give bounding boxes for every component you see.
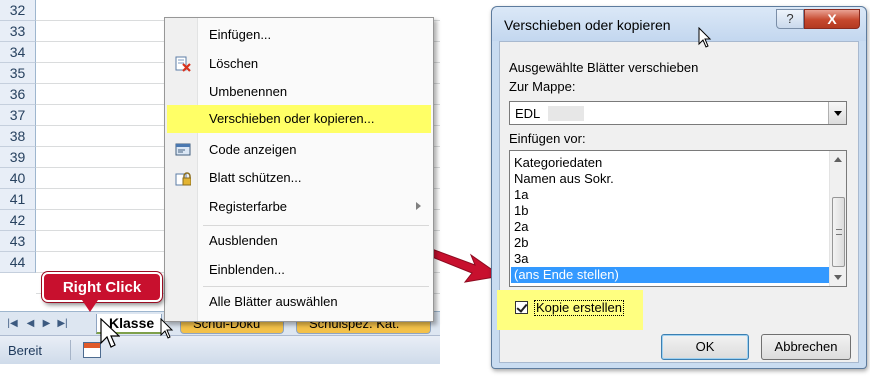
sheet-context-menu: Einfügen... Löschen Umbenennen Verschieb… xyxy=(164,17,434,322)
grip-icon xyxy=(836,229,842,235)
close-button[interactable]: X xyxy=(804,9,860,29)
status-divider xyxy=(70,340,71,360)
move-label: Ausgewählte Blätter verschieben xyxy=(509,60,699,75)
menu-separator xyxy=(203,225,429,226)
list-scrollbar[interactable] xyxy=(829,151,846,286)
menu-item-label: Ausblenden xyxy=(209,233,278,248)
menu-item-label: Verschieben oder kopieren... xyxy=(209,111,375,126)
scroll-up-icon[interactable] xyxy=(834,157,842,162)
menu-item-label: Umbenennen xyxy=(209,84,288,99)
menu-item-delete[interactable]: Löschen xyxy=(167,50,431,78)
status-text: Bereit xyxy=(8,343,42,358)
menu-item-label: Einblenden... xyxy=(209,262,285,277)
copy-checkbox-label[interactable]: Kopie erstellen xyxy=(534,300,624,316)
list-item[interactable]: 2a xyxy=(511,219,829,235)
chevron-down-icon[interactable] xyxy=(828,102,846,124)
menu-item-label: Code anzeigen xyxy=(209,142,297,157)
row-header[interactable]: 34 xyxy=(0,42,36,63)
menu-item-hide[interactable]: Ausblenden xyxy=(167,227,431,255)
blurred-workbook-name xyxy=(548,106,584,121)
menu-item-label: Alle Blätter auswählen xyxy=(209,294,338,309)
menu-item-label: Löschen xyxy=(209,56,259,71)
help-button[interactable]: ? xyxy=(776,9,804,29)
insert-before-label: Einfügen vor: xyxy=(509,131,586,146)
delete-sheet-icon xyxy=(175,56,191,72)
workbook-label: Zur Mappe: xyxy=(509,79,576,94)
row-header[interactable]: 40 xyxy=(0,168,36,189)
copy-checkbox[interactable] xyxy=(515,301,528,314)
list-item[interactable]: Namen aus Sokr. xyxy=(511,171,829,187)
row-header[interactable]: 37 xyxy=(0,105,36,126)
callout-pointer xyxy=(82,300,98,312)
scroll-down-icon[interactable] xyxy=(834,275,842,280)
last-sheet-button[interactable]: ▶| xyxy=(56,316,69,332)
dialog-title: Verschieben oder kopieren xyxy=(504,17,671,33)
protect-sheet-icon xyxy=(175,170,192,186)
menu-item-label: Registerfarbe xyxy=(209,199,288,214)
menu-item-unhide[interactable]: Einblenden... xyxy=(167,256,431,284)
mouse-pointer-icon xyxy=(100,318,120,348)
mouse-pointer-icon xyxy=(160,318,174,339)
ok-button[interactable]: OK xyxy=(661,334,749,360)
prev-sheet-button[interactable]: ◀ xyxy=(24,316,37,332)
row-header[interactable]: 44 xyxy=(0,252,36,273)
menu-separator xyxy=(203,286,429,287)
first-sheet-button[interactable]: |◀ xyxy=(6,316,19,332)
scroll-thumb[interactable] xyxy=(832,197,845,267)
status-bar: Bereit xyxy=(0,335,440,364)
menu-item-move-copy[interactable]: Verschieben oder kopieren... xyxy=(167,105,431,133)
menu-item-view-code[interactable]: Code anzeigen xyxy=(167,136,431,164)
dialog-titlebar[interactable]: Verschieben oder kopieren ? X xyxy=(492,7,866,41)
submenu-arrow-icon xyxy=(416,202,421,210)
workbook-value: EDL xyxy=(515,106,541,121)
row-headers: 32 33 34 35 36 37 38 39 40 41 42 43 44 xyxy=(0,0,36,311)
list-item[interactable]: 1a xyxy=(511,187,829,203)
next-sheet-button[interactable]: ▶ xyxy=(40,316,53,332)
row-header[interactable]: 36 xyxy=(0,84,36,105)
list-item[interactable]: 2b xyxy=(511,235,829,251)
list-item-selected[interactable]: (ans Ende stellen) xyxy=(511,267,829,283)
row-header[interactable]: 39 xyxy=(0,147,36,168)
dialog-body: Ausgewählte Blätter verschieben Zur Mapp… xyxy=(497,41,859,363)
mouse-pointer-icon xyxy=(698,27,712,48)
menu-item-label: Blatt schützen... xyxy=(209,170,302,185)
cancel-button[interactable]: Abbrechen xyxy=(761,334,851,360)
row-header[interactable]: 38 xyxy=(0,126,36,147)
menu-item-protect-sheet[interactable]: Blatt schützen... xyxy=(167,164,431,192)
menu-item-tab-color[interactable]: Registerfarbe xyxy=(167,193,431,221)
row-header[interactable]: 42 xyxy=(0,210,36,231)
page-layout-icon[interactable] xyxy=(83,342,101,358)
move-copy-dialog: Verschieben oder kopieren ? X Ausgewählt… xyxy=(491,6,867,369)
menu-item-select-all-sheets[interactable]: Alle Blätter auswählen xyxy=(167,288,431,316)
list-item[interactable]: Kategoriedaten xyxy=(511,155,829,171)
row-header[interactable]: 43 xyxy=(0,231,36,252)
menu-item-label: Einfügen... xyxy=(209,27,272,42)
workbook-select[interactable]: EDL xyxy=(509,101,847,125)
view-code-icon xyxy=(175,142,191,158)
right-click-callout: Right Click xyxy=(42,272,162,302)
menu-item-rename[interactable]: Umbenennen xyxy=(167,78,431,106)
row-header[interactable]: 41 xyxy=(0,189,36,210)
row-header[interactable]: 32 xyxy=(0,0,36,21)
sheet-list[interactable]: Kategoriedaten Namen aus Sokr. 1a 1b 2a … xyxy=(509,150,847,287)
list-item[interactable]: 1b xyxy=(511,203,829,219)
menu-item-insert[interactable]: Einfügen... xyxy=(167,21,431,49)
row-header[interactable]: 33 xyxy=(0,21,36,42)
list-item[interactable]: 3a xyxy=(511,251,829,267)
row-header[interactable]: 35 xyxy=(0,63,36,84)
